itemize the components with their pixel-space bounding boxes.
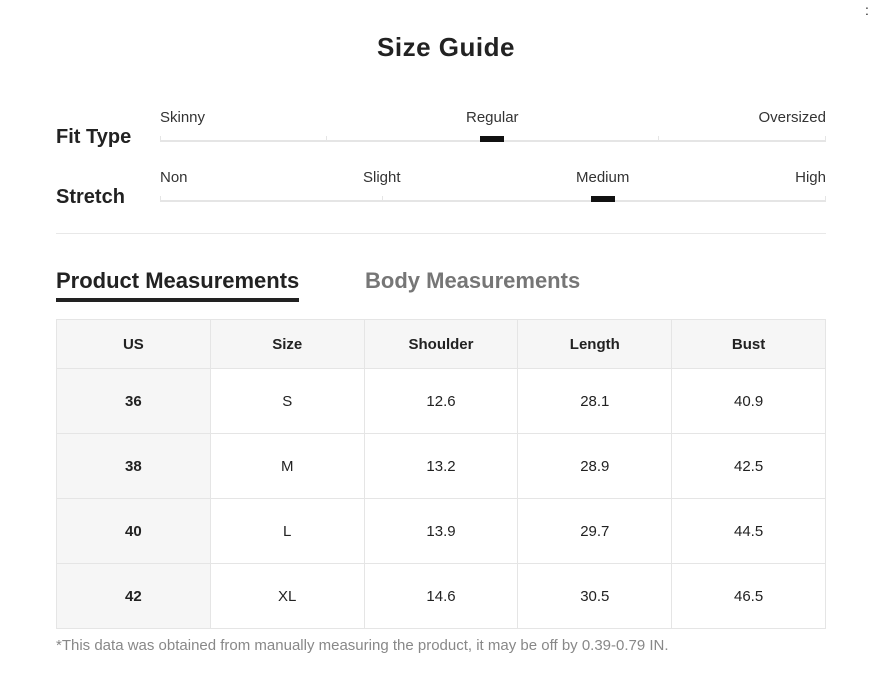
- scale-tick: [160, 136, 161, 142]
- cell-us: 38: [56, 433, 211, 499]
- cell-length: 29.7: [517, 498, 673, 564]
- cell-shoulder: 12.6: [363, 368, 519, 434]
- scale-tick: [825, 196, 826, 202]
- scale-tick: [825, 136, 826, 142]
- cell-size: M: [209, 433, 365, 499]
- disclaimer-note: *This data was obtained from manually me…: [56, 637, 669, 654]
- tab-body-measurements[interactable]: Body Measurements: [365, 268, 580, 294]
- table-row: 40 L 13.9 29.7 44.5: [56, 498, 826, 564]
- fit-type-scale: Fit Type Skinny Regular Oversized: [56, 106, 826, 148]
- stretch-option-high: High: [795, 169, 826, 186]
- table-row: 38 M 13.2 28.9 42.5: [56, 433, 826, 499]
- column-header-us: US: [56, 319, 211, 369]
- tab-product-measurements[interactable]: Product Measurements: [56, 268, 300, 302]
- cell-bust: 46.5: [671, 563, 826, 629]
- fit-type-indicator: [480, 136, 504, 142]
- cell-shoulder: 13.9: [363, 498, 519, 564]
- column-header-shoulder: Shoulder: [363, 319, 519, 369]
- size-table: US Size Shoulder Length Bust 36 S 12.6 2…: [56, 319, 826, 629]
- fit-option-oversized: Oversized: [758, 109, 826, 126]
- stretch-option-non: Non: [160, 169, 188, 186]
- cell-shoulder: 14.6: [363, 563, 519, 629]
- scale-tick: [326, 136, 327, 142]
- stretch-track: [160, 196, 826, 202]
- cell-size: L: [209, 498, 365, 564]
- column-header-length: Length: [517, 319, 673, 369]
- more-icon[interactable]: :: [865, 2, 869, 18]
- cell-bust: 40.9: [671, 368, 826, 434]
- scale-tick: [382, 196, 383, 202]
- table-header-row: US Size Shoulder Length Bust: [56, 319, 826, 369]
- fit-option-regular: Regular: [466, 109, 519, 126]
- cell-us: 42: [56, 563, 211, 629]
- cell-size: S: [209, 368, 365, 434]
- cell-bust: 42.5: [671, 433, 826, 499]
- table-row: 36 S 12.6 28.1 40.9: [56, 368, 826, 434]
- cell-length: 30.5: [517, 563, 673, 629]
- cell-shoulder: 13.2: [363, 433, 519, 499]
- fit-type-label: Fit Type: [56, 126, 132, 148]
- divider: [56, 233, 826, 234]
- cell-size: XL: [209, 563, 365, 629]
- cell-us: 40: [56, 498, 211, 564]
- scale-tick: [160, 196, 161, 202]
- column-header-bust: Bust: [671, 319, 826, 369]
- fit-type-track: [160, 136, 826, 142]
- fit-option-skinny: Skinny: [160, 109, 206, 126]
- table-row: 42 XL 14.6 30.5 46.5: [56, 563, 826, 629]
- cell-length: 28.1: [517, 368, 673, 434]
- stretch-indicator: [591, 196, 615, 202]
- stretch-option-medium: Medium: [576, 169, 630, 186]
- cell-us: 36: [56, 368, 211, 434]
- stretch-label: Stretch: [56, 186, 125, 208]
- stretch-scale: Stretch Non Slight Medium High: [56, 166, 826, 208]
- stretch-option-slight: Slight: [363, 169, 401, 186]
- cell-bust: 44.5: [671, 498, 826, 564]
- column-header-size: Size: [209, 319, 365, 369]
- scale-tick: [658, 136, 659, 142]
- cell-length: 28.9: [517, 433, 673, 499]
- page-title: Size Guide: [377, 32, 515, 62]
